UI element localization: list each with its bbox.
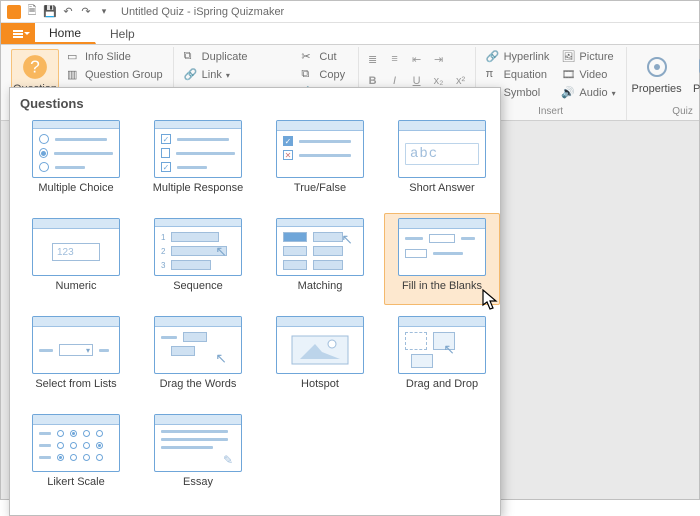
properties-icon — [642, 52, 672, 82]
qtype-drag-the-words[interactable]: ↖ Drag the Words — [140, 311, 256, 403]
save-icon[interactable]: 💾 — [43, 5, 57, 19]
bullets-icon[interactable]: ≣ — [365, 51, 381, 67]
audio-button[interactable]: 🔊Audio ▾ — [557, 85, 619, 101]
slide-icon: ▭ — [67, 50, 81, 64]
hyperlink-icon: 🔗 — [486, 50, 500, 64]
picture-icon: 🖼 — [561, 50, 575, 64]
copy-button[interactable]: ⧉Copy — [297, 67, 351, 83]
cursor-icon — [482, 289, 500, 311]
qtype-select-from-lists[interactable]: ▾ Select from Lists — [18, 311, 134, 403]
tab-home[interactable]: Home — [35, 23, 96, 44]
video-button[interactable]: 🎞Video — [557, 67, 619, 83]
cut-button[interactable]: ✂Cut — [297, 49, 351, 65]
group-icon: ▥ — [67, 68, 81, 82]
qtype-essay[interactable]: ✎ Essay — [140, 409, 256, 501]
undo-icon[interactable]: ↶ — [61, 5, 75, 19]
qtype-sequence[interactable]: 1 2 3 ↖ Sequence — [140, 213, 256, 305]
group-label-insert: Insert — [482, 106, 620, 120]
qtype-numeric[interactable]: 123 Numeric — [18, 213, 134, 305]
video-icon: 🎞 — [561, 68, 575, 82]
tab-help[interactable]: Help — [96, 23, 150, 44]
info-slide-button[interactable]: ▭Info Slide — [63, 49, 167, 65]
hyperlink-button[interactable]: 🔗Hyperlink — [482, 49, 554, 65]
player-icon — [694, 52, 700, 82]
qtype-multiple-choice[interactable]: Multiple Choice — [18, 115, 134, 207]
question-group-button[interactable]: ▥Question Group — [63, 67, 167, 83]
qtype-true-false[interactable]: ✓ ✕ True/False — [262, 115, 378, 207]
qtype-short-answer[interactable]: abc Short Answer — [384, 115, 500, 207]
title-bar: 🗎 💾 ↶ ↷ ▾ Untitled Quiz - iSpring Quizma… — [1, 1, 699, 23]
equation-button[interactable]: πEquation — [482, 67, 554, 83]
properties-button[interactable]: Properties — [633, 49, 681, 98]
qat-dropdown-icon[interactable]: ▾ — [97, 5, 111, 19]
questions-dropdown-panel: Questions Multiple Choice ✓ ✓ Multiple R… — [9, 87, 501, 516]
qtype-hotspot[interactable]: Hotspot — [262, 311, 378, 403]
app-logo-icon — [7, 5, 21, 19]
group-label-quiz: Quiz — [633, 106, 700, 120]
questions-heading: Questions — [18, 94, 492, 115]
window-title: Untitled Quiz - iSpring Quizmaker — [121, 6, 284, 18]
outdent-icon[interactable]: ⇤ — [409, 51, 425, 67]
picture-button[interactable]: 🖼Picture — [557, 49, 619, 65]
file-tab[interactable] — [1, 23, 35, 44]
tab-row: Home Help — [1, 23, 699, 45]
numbering-icon[interactable]: ≡ — [387, 51, 403, 67]
svg-text:?: ? — [30, 56, 40, 76]
question-icon: ? — [20, 52, 50, 82]
player-button[interactable]: Player — [685, 49, 700, 98]
link-button[interactable]: 🔗Link ▾ — [180, 67, 290, 83]
new-doc-icon[interactable]: 🗎 — [25, 5, 39, 19]
qtype-matching[interactable]: ↖ Matching — [262, 213, 378, 305]
redo-icon[interactable]: ↷ — [79, 5, 93, 19]
qtype-likert-scale[interactable]: Likert Scale — [18, 409, 134, 501]
link-icon: 🔗 — [184, 68, 198, 82]
qtype-drag-and-drop[interactable]: ↖ Drag and Drop — [384, 311, 500, 403]
audio-icon: 🔊 — [561, 86, 575, 100]
qtype-multiple-response[interactable]: ✓ ✓ Multiple Response — [140, 115, 256, 207]
cut-icon: ✂ — [301, 50, 315, 64]
duplicate-icon: ⧉ — [184, 50, 198, 64]
equation-icon: π — [486, 68, 500, 82]
duplicate-button[interactable]: ⧉Duplicate — [180, 49, 290, 65]
copy-icon: ⧉ — [301, 68, 315, 82]
indent-icon[interactable]: ⇥ — [431, 51, 447, 67]
